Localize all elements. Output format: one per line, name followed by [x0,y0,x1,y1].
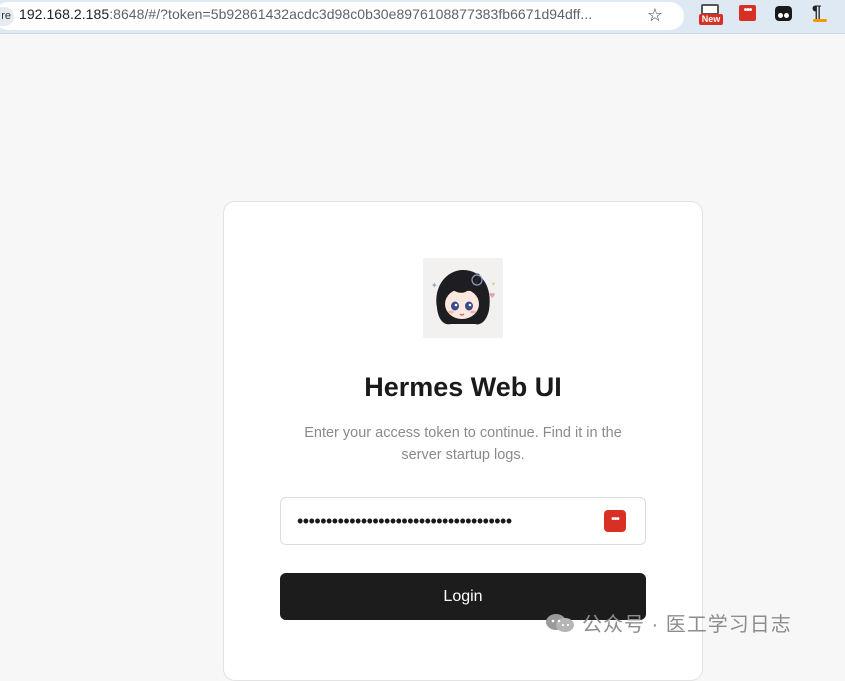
dots-box: ••• [739,5,756,21]
svg-text:?: ? [473,272,481,288]
wechat-logo-icon [546,614,574,632]
svg-text:✦: ✦ [431,281,438,290]
masked-token-value: ••••••••••••••••••••••••••••••••••••• [297,511,512,531]
new-extension-icon[interactable]: New [699,4,723,26]
tampermonkey-extension-icon[interactable] [774,4,796,26]
url-path: :8648/#/?token=5b92861432acdc3d98c0b30e8… [109,6,593,22]
access-token-input[interactable]: ••••••••••••••••••••••••••••••••••••• ••… [280,497,646,545]
browser-toolbar: re 192.168.2.185:8648/#/?token=5b9286143… [0,0,845,34]
svg-text:✦: ✦ [491,281,496,288]
url-text[interactable]: 192.168.2.185:8648/#/?token=5b92861432ac… [19,6,592,22]
anime-girl-avatar-icon: ? ✦ ♥ ✦ [423,258,503,338]
page-title: Hermes Web UI [364,372,562,402]
site-info-chip[interactable]: re [0,7,14,26]
watermark-text: 公众号 · 医工学习日志 [582,614,792,636]
url-host: 192.168.2.185 [19,6,110,22]
tamper-eye-left [778,13,783,18]
app-logo-avatar: ? ✦ ♥ ✦ [423,258,503,338]
tamper-eye-right [784,13,789,18]
extension-underline [813,19,827,22]
address-bar[interactable]: re 192.168.2.185:8648/#/?token=5b9286143… [0,2,684,30]
bookmark-star-icon[interactable]: ☆ [645,5,665,25]
login-instructions: Enter your access token to continue. Fin… [304,425,622,463]
password-manager-fill-icon[interactable]: ••• [604,510,626,532]
svg-text:♥: ♥ [489,292,495,300]
new-badge: New [699,14,723,25]
password-manager-extension-icon[interactable]: ••• [738,4,760,26]
paragraph-extension-icon[interactable]: ¶ [810,2,832,26]
tamper-box [775,6,792,21]
